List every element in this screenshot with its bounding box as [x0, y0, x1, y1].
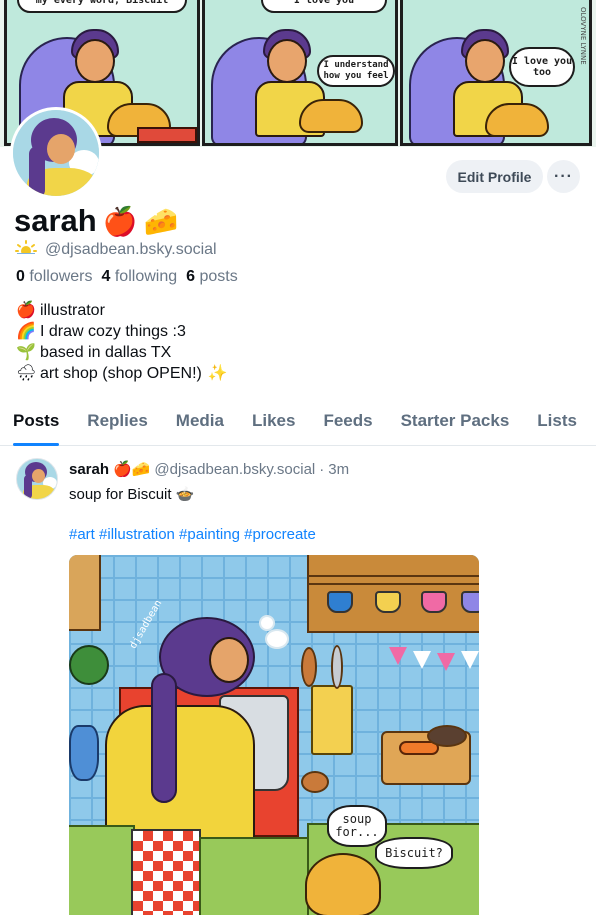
thought-bubble-soup: soup for...	[327, 805, 387, 847]
apple-emoji: 🍎	[16, 302, 36, 319]
post-hashtags[interactable]: #art #illustration #painting #procreate	[69, 526, 316, 543]
comic-panel-3: I love you too OLOVYNE LYNNE	[400, 0, 592, 146]
sparkles-emoji: ✨	[207, 365, 228, 382]
post-body-text: soup for Biscuit 🍲	[69, 486, 195, 503]
comic-panel-2: I love you I understand how you feel	[202, 0, 398, 146]
profile-display-name: sarah 🍎 🧀	[14, 203, 178, 239]
profile-bio: 🍎 illustrator 🌈 I draw cozy things :3 🌱 …	[16, 300, 228, 384]
thought-bubble-3: I love you too	[509, 47, 575, 87]
post-author-handle[interactable]: @djsadbean.bsky.social	[154, 461, 315, 478]
cheese-emoji: 🧀	[143, 205, 179, 237]
tab-replies[interactable]: Replies	[87, 404, 147, 445]
seedling-emoji: 🌱	[16, 344, 36, 361]
profile-handle-row: @djsadbean.bsky.social	[15, 240, 217, 259]
thought-bubble-biscuit: Biscuit?	[375, 837, 453, 869]
posts-stat: 6 posts	[186, 268, 238, 285]
tab-media[interactable]: Media	[176, 404, 224, 445]
post-header: sarah 🍎🧀 @djsadbean.bsky.social · 3m	[69, 460, 349, 479]
rainbow-emoji: 🌈	[16, 323, 36, 340]
display-name-text: sarah	[14, 203, 97, 238]
speech-bubble-1: my every word, Biscuit	[17, 0, 187, 13]
post-author-name[interactable]: sarah	[69, 461, 109, 478]
tab-feeds[interactable]: Feeds	[323, 404, 372, 445]
cloud-emoji: 🌧	[16, 365, 37, 382]
profile-tabs: Posts Replies Media Likes Feeds Starter …	[0, 404, 596, 446]
profile-avatar[interactable]	[10, 107, 102, 199]
apple-emoji: 🍎	[102, 205, 138, 237]
ellipsis-icon: ···	[554, 167, 573, 185]
post-timestamp[interactable]: 3m	[328, 461, 349, 478]
post-image[interactable]: djsadbean soup for... Biscuit?	[69, 555, 479, 915]
more-options-button[interactable]: ···	[547, 160, 580, 193]
following-stat[interactable]: 4 following	[102, 268, 178, 286]
profile-stats: 0 followers 4 following 6 posts	[16, 268, 238, 286]
speech-bubble-2: I love you	[261, 0, 387, 13]
tab-lists[interactable]: Lists	[537, 404, 577, 445]
followers-stat[interactable]: 0 followers	[16, 268, 93, 286]
bio-line: 🌱 based in dallas TX	[16, 344, 172, 361]
bio-line: 🌧 art shop (shop OPEN!) ✨	[16, 365, 228, 382]
tab-posts[interactable]: Posts	[13, 404, 60, 446]
sun-icon	[15, 240, 37, 259]
bio-line: 🌈 I draw cozy things :3	[16, 323, 186, 340]
tab-starter-packs[interactable]: Starter Packs	[401, 404, 510, 445]
edit-profile-button[interactable]: Edit Profile	[446, 160, 543, 193]
artist-signature: OLOVYNE LYNNE	[579, 7, 587, 65]
author-emojis: 🍎🧀	[113, 461, 151, 478]
post-author-avatar[interactable]	[16, 458, 58, 500]
separator-dot: ·	[319, 460, 325, 478]
tab-likes[interactable]: Likes	[252, 404, 295, 445]
thought-bubble-2: I understand how you feel	[317, 55, 395, 87]
bio-line: 🍎 illustrator	[16, 302, 105, 319]
profile-handle[interactable]: @djsadbean.bsky.social	[45, 241, 217, 259]
active-tab-indicator	[13, 443, 60, 446]
